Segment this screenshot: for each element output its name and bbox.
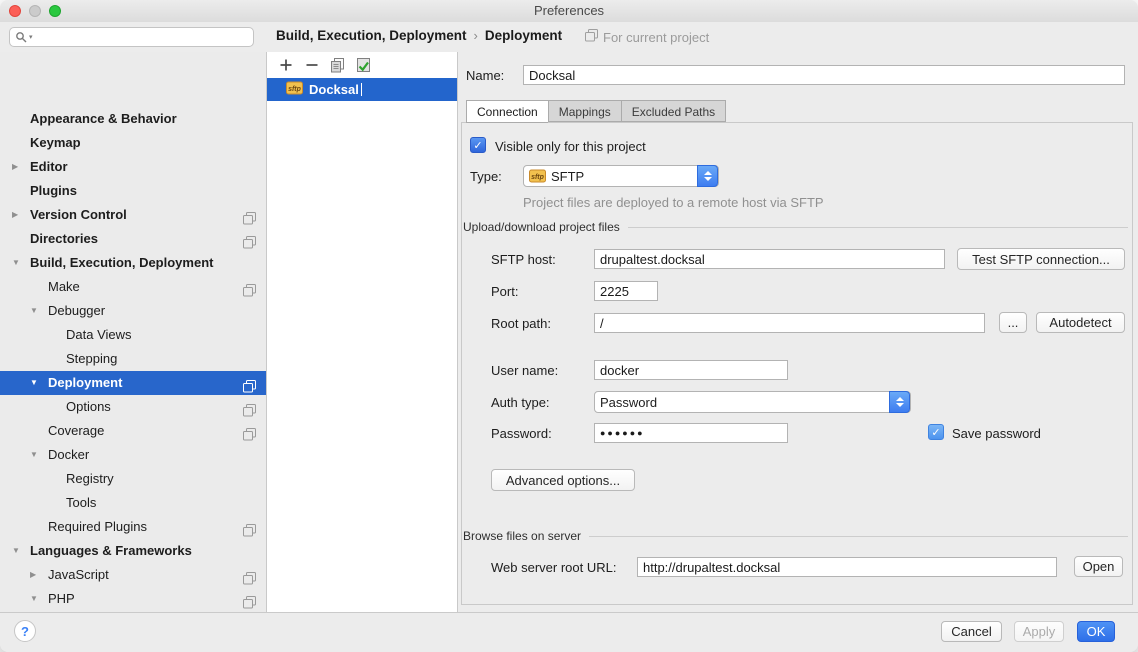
sidebar-item-label: Keymap [30, 131, 81, 155]
cancel-button[interactable]: Cancel [941, 621, 1002, 642]
remove-icon [305, 58, 319, 72]
for-current-project-icon [243, 593, 256, 612]
for-current-project-icon [585, 29, 598, 45]
tab-connection[interactable]: Connection [466, 100, 548, 123]
sidebar-item-label: Debugger [48, 299, 105, 323]
footer-bar: ? Cancel Apply OK [0, 612, 1138, 652]
collapse-arrow-icon[interactable]: ▼ [12, 539, 20, 563]
breadcrumb: Build, Execution, Deployment › Deployment [276, 28, 562, 43]
name-label: Name: [466, 68, 504, 83]
add-icon [279, 58, 293, 72]
sidebar-item-label: Options [66, 395, 111, 419]
sidebar-item-php[interactable]: ▼ PHP [0, 587, 266, 611]
use-as-default-icon [356, 58, 371, 73]
sidebar-item-label: Languages & Frameworks [30, 539, 192, 563]
sidebar-item-label: Editor [30, 155, 68, 179]
scope-note: For current project [585, 29, 709, 45]
sidebar-item-label: Coverage [48, 419, 104, 443]
collapse-arrow-icon[interactable]: ▼ [30, 299, 38, 323]
sidebar-item-label: JavaScript [48, 563, 109, 587]
settings-search-input[interactable]: ▾ [9, 27, 254, 47]
expand-arrow-icon[interactable]: ▶ [12, 203, 18, 227]
sidebar-item-label: Appearance & Behavior [30, 107, 177, 131]
server-name-label: Docksal [309, 82, 359, 97]
sidebar-item-label: Version Control [30, 203, 127, 227]
connection-tab-content [461, 122, 1133, 605]
server-list-panel: sftp Docksal [267, 52, 458, 612]
sidebar-item-languages-frameworks[interactable]: ▼ Languages & Frameworks [0, 539, 266, 563]
tab-mappings[interactable]: Mappings [548, 100, 621, 122]
sidebar-item-label: Plugins [30, 179, 77, 203]
sidebar-item-label: Required Plugins [48, 515, 147, 539]
search-icon [15, 31, 28, 44]
breadcrumb-item[interactable]: Build, Execution, Deployment [276, 28, 467, 43]
breadcrumb-separator-icon: › [474, 28, 478, 43]
expand-arrow-icon[interactable]: ▶ [12, 155, 18, 179]
sidebar-item-docker[interactable]: ▼ Docker [0, 443, 266, 467]
text-caret [361, 83, 362, 96]
sidebar-item-label: Tools [66, 491, 96, 515]
duplicate-icon [330, 58, 345, 73]
expand-arrow-icon[interactable]: ▶ [30, 563, 36, 587]
sidebar-item-appearance-behavior[interactable]: Appearance & Behavior [0, 107, 266, 131]
scope-note-label: For current project [603, 30, 709, 45]
sidebar-item-label: Data Views [66, 323, 132, 347]
collapse-arrow-icon[interactable]: ▼ [12, 251, 20, 275]
sidebar-item-label: Make [48, 275, 80, 299]
settings-tree: Appearance & BehaviorKeymap ▶ EditorPlugin… [0, 52, 267, 612]
sidebar-item-stepping[interactable]: Stepping [0, 347, 266, 371]
remove-server-button[interactable] [304, 58, 319, 73]
sidebar-item-debugger[interactable]: ▼ Debugger [0, 299, 266, 323]
sidebar-item-label: Stepping [66, 347, 117, 371]
tab-strip: ConnectionMappingsExcluded Paths [466, 100, 726, 123]
deployment-settings-panel: Name: ConnectionMappingsExcluded Paths ✓… [458, 52, 1138, 612]
apply-button[interactable]: Apply [1014, 621, 1064, 642]
sidebar-item-deployment[interactable]: ▼ Deployment [0, 371, 266, 395]
duplicate-server-button[interactable] [330, 58, 345, 73]
sidebar-item-registry[interactable]: Registry [0, 467, 266, 491]
sidebar-item-label: Registry [66, 467, 114, 491]
sidebar-item-javascript[interactable]: ▶ JavaScript [0, 563, 266, 587]
sidebar-item-directories[interactable]: Directories [0, 227, 266, 251]
server-list-item[interactable]: sftp Docksal [267, 78, 457, 101]
sidebar-item-options[interactable]: Options [0, 395, 266, 419]
collapse-arrow-icon[interactable]: ▼ [30, 587, 38, 611]
sidebar-item-build-execution-deployment[interactable]: ▼ Build, Execution, Deployment [0, 251, 266, 275]
sftp-file-icon: sftp [286, 81, 303, 98]
tab-excluded-paths[interactable]: Excluded Paths [621, 100, 726, 122]
collapse-arrow-icon[interactable]: ▼ [30, 371, 38, 395]
help-button[interactable]: ? [14, 620, 36, 642]
sidebar-item-label: Docker [48, 443, 89, 467]
window-title: Preferences [0, 3, 1138, 18]
title-bar: Preferences [0, 0, 1138, 23]
preferences-window: Preferences ▾ Build, Execution, Deployme… [0, 0, 1138, 652]
body: Appearance & BehaviorKeymap ▶ EditorPlugin… [0, 52, 1138, 612]
server-list-toolbar [267, 52, 468, 78]
sidebar-item-tools[interactable]: Tools [0, 491, 266, 515]
use-as-default-button[interactable] [356, 58, 371, 73]
ok-button[interactable]: OK [1077, 621, 1115, 642]
sidebar-item-label: Deployment [48, 371, 122, 395]
header-band: ▾ Build, Execution, Deployment › Deploymen… [0, 22, 1138, 52]
collapse-arrow-icon[interactable]: ▼ [30, 443, 38, 467]
sidebar-item-plugins[interactable]: Plugins [0, 179, 266, 203]
name-input[interactable] [523, 65, 1125, 85]
add-server-button[interactable] [278, 58, 293, 73]
search-options-arrow-icon[interactable]: ▾ [29, 33, 33, 41]
sidebar-item-label: PHP [48, 587, 75, 611]
sidebar-item-version-control[interactable]: ▶ Version Control [0, 203, 266, 227]
breadcrumb-item[interactable]: Deployment [485, 28, 562, 43]
sidebar-item-label: Build, Execution, Deployment [30, 251, 213, 275]
sidebar-item-required-plugins[interactable]: Required Plugins [0, 515, 266, 539]
sidebar-item-coverage[interactable]: Coverage [0, 419, 266, 443]
sidebar-item-keymap[interactable]: Keymap [0, 131, 266, 155]
sidebar-item-label: Directories [30, 227, 98, 251]
sidebar-item-make[interactable]: Make [0, 275, 266, 299]
svg-text:sftp: sftp [288, 86, 302, 93]
sidebar-item-editor[interactable]: ▶ Editor [0, 155, 266, 179]
sidebar-item-data-views[interactable]: Data Views [0, 323, 266, 347]
